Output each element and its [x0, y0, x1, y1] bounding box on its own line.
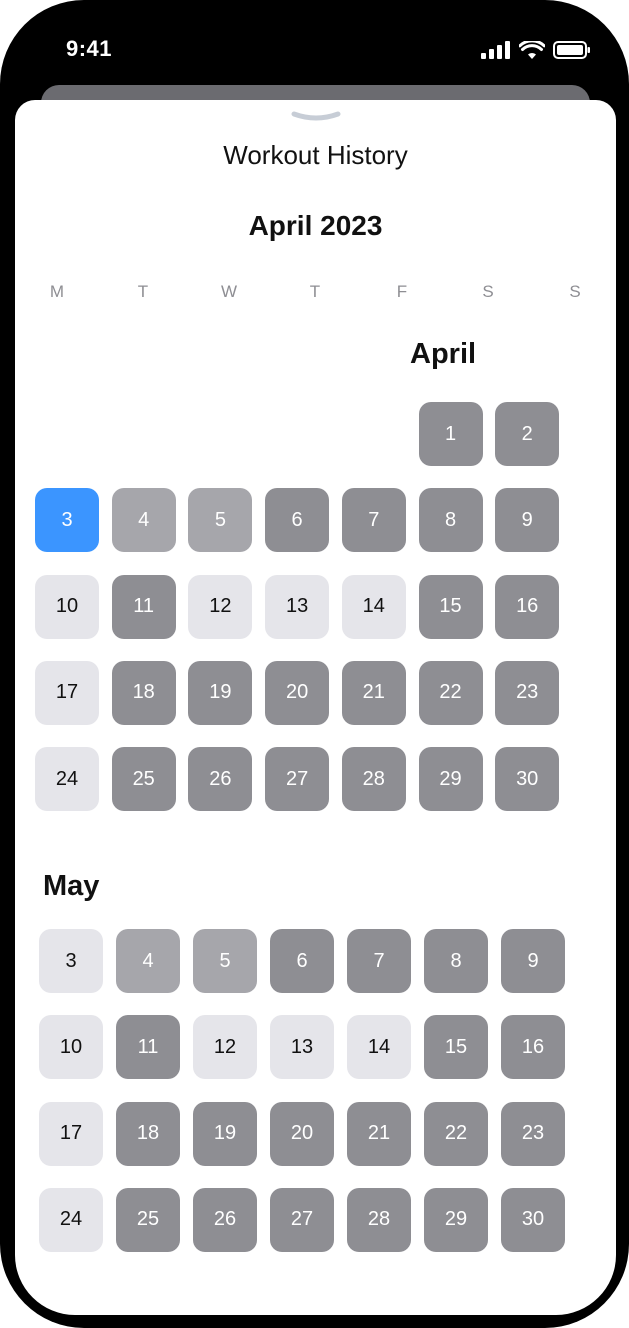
day-cell[interactable]: 10 [39, 1015, 103, 1080]
workout-history-sheet: Workout History April 2023 M T W T F S S… [15, 100, 616, 1315]
day-cell[interactable]: 9 [501, 929, 565, 993]
day-cell[interactable]: 25 [116, 1187, 180, 1252]
day-cell[interactable]: 20 [270, 1101, 334, 1166]
day-cell[interactable]: 27 [270, 1187, 334, 1252]
day-cell[interactable]: 6 [270, 929, 334, 993]
may-calendar-grid: 3 4 5 6 7 8 9 10 11 12 13 14 15 16 17 18 19 20 21 22 23 24 25 2… [15, 100, 616, 1315]
day-cell[interactable]: 22 [424, 1101, 488, 1166]
status-time: 9:41 [66, 36, 113, 61]
status-icons [481, 38, 591, 62]
cellular-signal-icon [481, 41, 510, 59]
day-cell[interactable]: 17 [39, 1101, 103, 1166]
day-cell[interactable]: 16 [501, 1015, 565, 1080]
status-bar: 9:41 [0, 0, 629, 80]
day-cell[interactable]: 23 [501, 1101, 565, 1166]
day-cell[interactable]: 29 [424, 1187, 488, 1252]
day-cell[interactable]: 4 [116, 929, 180, 993]
day-cell[interactable]: 26 [193, 1187, 257, 1252]
day-cell[interactable]: 21 [347, 1101, 411, 1166]
day-cell[interactable]: 30 [501, 1187, 565, 1252]
day-cell[interactable]: 8 [424, 929, 488, 993]
day-cell[interactable]: 13 [270, 1015, 334, 1080]
wifi-icon [519, 40, 545, 59]
phone-frame: 9:41 Workout History April 2023 M T W T … [0, 0, 629, 1328]
day-cell[interactable]: 24 [39, 1187, 103, 1252]
day-cell[interactable]: 18 [116, 1101, 180, 1166]
day-cell[interactable]: 12 [193, 1015, 257, 1080]
day-cell[interactable]: 14 [347, 1015, 411, 1080]
day-cell[interactable]: 5 [193, 929, 257, 993]
day-cell[interactable]: 11 [116, 1015, 180, 1080]
day-cell[interactable]: 3 [39, 929, 103, 993]
day-cell[interactable]: 7 [347, 929, 411, 993]
day-cell[interactable]: 19 [193, 1101, 257, 1166]
day-cell[interactable]: 15 [424, 1015, 488, 1080]
battery-icon [553, 41, 590, 59]
day-cell[interactable]: 28 [347, 1187, 411, 1252]
